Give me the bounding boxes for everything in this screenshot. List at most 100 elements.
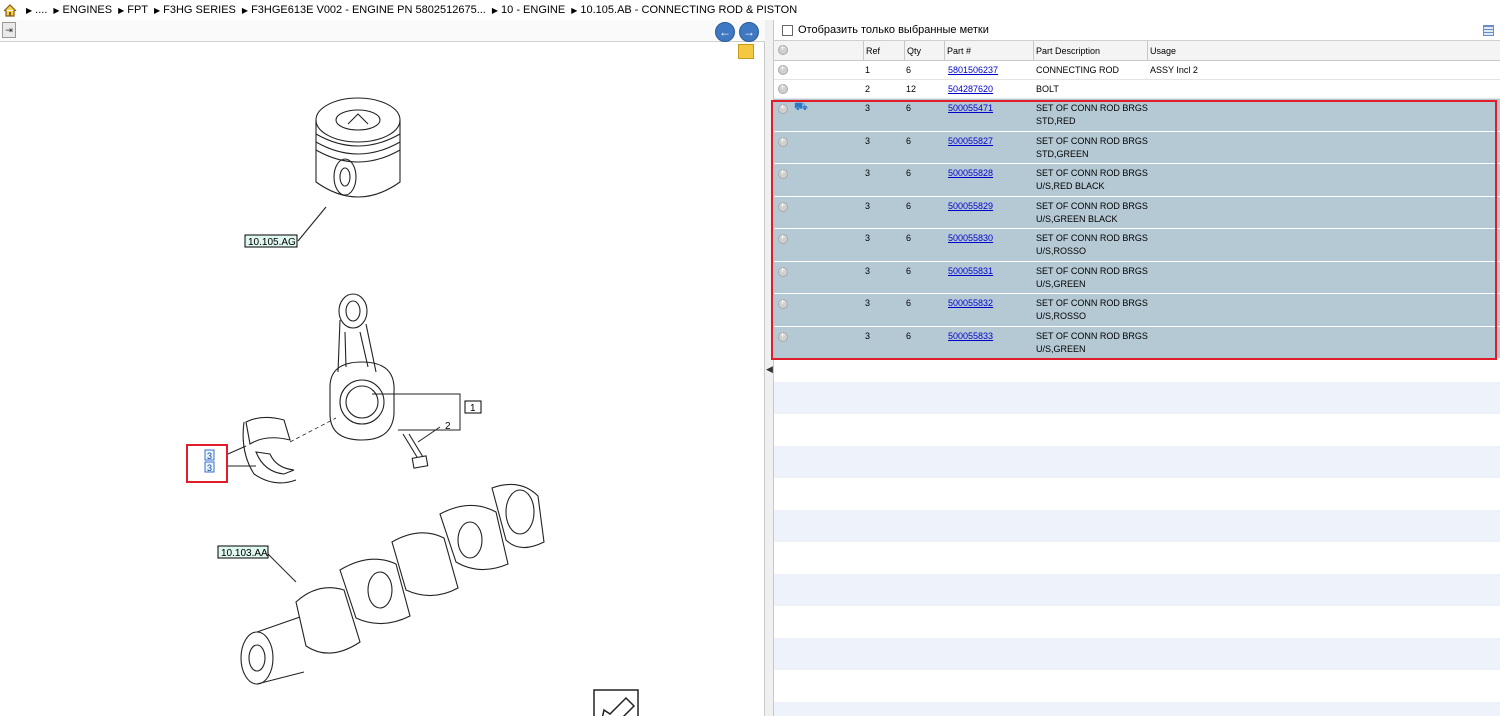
collapse-arrow-icon[interactable]: ◀ — [766, 364, 773, 375]
cell-description: SET OF CONN ROD BRGS — [1036, 265, 1148, 276]
exit-diagram-icon[interactable] — [593, 689, 639, 716]
cell-ref: 1 — [865, 65, 871, 75]
header-qty[interactable]: Qty — [904, 41, 944, 61]
callout-bearing-highlight[interactable]: 3 3 — [186, 444, 228, 483]
breadcrumb-item[interactable]: ▶ F3HGE613E V002 - ENGINE PN 5802512675..… — [242, 4, 486, 16]
cell-ref: 3 — [865, 298, 871, 308]
table-row[interactable]: 3 6 500055830 SET OF CONN ROD BRGS U/S,R… — [774, 229, 1500, 262]
breadcrumb-label: .... — [35, 4, 48, 16]
parts-list-pane: Отобразить только выбранные метки Ref Qt… — [774, 20, 1500, 716]
cell-ref: 3 — [865, 233, 871, 243]
add-row-icon[interactable] — [778, 135, 788, 147]
table-row[interactable]: 3 6 500055832 SET OF CONN ROD BRGS U/S,R… — [774, 294, 1500, 327]
header-ref[interactable]: Ref — [863, 41, 904, 61]
add-row-icon[interactable] — [778, 43, 788, 55]
breadcrumb-item[interactable]: ▶ 10 - ENGINE — [492, 4, 565, 16]
cell-description: SET OF CONN ROD BRGS — [1036, 298, 1148, 308]
callout-piston[interactable]: 10.105.AG — [244, 234, 298, 248]
breadcrumb-item[interactable]: ▶.... — [26, 4, 47, 16]
parts-toolbar: Отобразить только выбранные метки — [774, 20, 1500, 41]
cell-description-detail: U/S,ROSSO — [1036, 311, 1087, 321]
part-link[interactable]: 500055831 — [948, 265, 993, 278]
diagram-pane: ⇥ ← → 10.105.AG 10.103.AA 1 2 3 3 — [0, 20, 765, 716]
callout-label: 10.105.AG — [248, 237, 296, 248]
table-empty-area — [774, 382, 1500, 716]
cell-description: SET OF CONN ROD BRGS — [1036, 200, 1148, 211]
table-row[interactable]: 3 6 500055827 SET OF CONN ROD BRGS STD,G… — [774, 131, 1500, 164]
callout-crankshaft[interactable]: 10.103.AA — [217, 545, 269, 559]
cell-description: BOLT — [1036, 84, 1059, 94]
cart-icon[interactable]: ⛟ — [794, 101, 808, 114]
part-link[interactable]: 500055832 — [948, 297, 993, 310]
callout-rod[interactable]: 1 — [464, 400, 482, 414]
cell-qty: 6 — [906, 233, 912, 243]
part-link[interactable]: 500055828 — [948, 167, 993, 180]
add-row-icon[interactable] — [778, 330, 788, 342]
breadcrumb-label: FPT — [127, 4, 148, 16]
header-part[interactable]: Part # — [944, 41, 1033, 61]
table-row[interactable]: 3 6 500055833 SET OF CONN ROD BRGS U/S,G… — [774, 326, 1500, 359]
cell-ref: 3 — [865, 168, 871, 178]
cell-qty: 6 — [906, 200, 912, 211]
cell-description: SET OF CONN ROD BRGS — [1036, 330, 1148, 341]
cell-description: SET OF CONN ROD BRGS — [1036, 103, 1148, 113]
breadcrumb-item[interactable]: ▶ F3HG SERIES — [154, 4, 236, 16]
cell-ref: 3 — [865, 200, 871, 211]
part-link[interactable]: 500055829 — [948, 200, 993, 213]
grid-view-icon[interactable] — [1483, 25, 1494, 36]
part-link[interactable]: 500055830 — [948, 232, 993, 245]
part-link[interactable]: 500055471 — [948, 102, 993, 115]
filter-checkbox[interactable] — [782, 24, 793, 36]
breadcrumb-item[interactable]: ▶ FPT — [118, 4, 148, 16]
bolt-drawing[interactable] — [402, 433, 429, 469]
header-usage[interactable]: Usage — [1147, 41, 1500, 61]
exit-icon[interactable]: ⇥ — [2, 22, 16, 38]
connecting-rod-drawing[interactable] — [329, 293, 395, 441]
add-row-icon[interactable] — [778, 265, 788, 277]
header-description[interactable]: Part Description — [1033, 41, 1147, 61]
add-row-icon[interactable] — [778, 102, 788, 114]
cell-qty: 6 — [906, 265, 912, 276]
callout-label: 2 — [445, 421, 451, 432]
cell-description-detail: U/S,ROSSO — [1036, 246, 1087, 256]
piston-drawing[interactable] — [315, 97, 401, 198]
table-header: Ref Qty Part # Part Description Usage — [774, 41, 1500, 61]
cell-qty: 6 — [906, 65, 912, 75]
add-row-icon[interactable] — [778, 167, 788, 179]
home-icon[interactable] — [0, 0, 20, 20]
cell-qty: 6 — [906, 103, 912, 113]
callout-label: 1 — [470, 403, 476, 414]
cell-ref: 3 — [865, 135, 871, 146]
table-row[interactable]: ⛟ 3 6 500055471 SET OF CONN ROD BRGS STD… — [774, 99, 1500, 132]
forward-arrow-icon[interactable]: → — [739, 22, 759, 42]
add-row-icon[interactable] — [778, 232, 788, 244]
diagram-toolbar: ⇥ ← → — [0, 20, 765, 42]
table-row[interactable]: 1 6 5801506237 CONNECTING ROD ASSY Incl … — [774, 61, 1500, 80]
add-row-icon[interactable] — [778, 297, 788, 309]
part-link[interactable]: 500055833 — [948, 330, 993, 343]
cell-ref: 3 — [865, 265, 871, 276]
add-row-icon[interactable] — [778, 63, 788, 75]
table-row[interactable]: 2 12 504287620 BOLT — [774, 80, 1500, 99]
part-link[interactable]: 5801506237 — [948, 64, 998, 77]
cell-qty: 6 — [906, 330, 912, 341]
breadcrumb-item[interactable]: ▶ ENGINES — [53, 4, 112, 16]
part-link[interactable]: 500055827 — [948, 135, 993, 148]
bearing-shell-drawing[interactable] — [242, 416, 297, 484]
parts-diagram: 10.105.AG 10.103.AA 1 2 3 3 — [186, 97, 639, 716]
crankshaft-drawing[interactable] — [240, 483, 545, 685]
add-row-icon[interactable] — [778, 200, 788, 212]
table-row[interactable]: 3 6 500055828 SET OF CONN ROD BRGS U/S,R… — [774, 164, 1500, 197]
breadcrumb-label: ENGINES — [62, 4, 113, 16]
cell-description: SET OF CONN ROD BRGS — [1036, 135, 1148, 146]
callout-label: 3 — [207, 463, 212, 473]
add-row-icon[interactable] — [778, 82, 788, 94]
pane-splitter[interactable]: ◀ — [765, 20, 774, 716]
table-row[interactable]: 3 6 500055831 SET OF CONN ROD BRGS U/S,G… — [774, 261, 1500, 294]
callout-bolt[interactable]: 2 — [445, 421, 451, 432]
breadcrumb-item[interactable]: ▶ 10.105.AB - CONNECTING ROD & PISTON — [571, 4, 797, 16]
cell-description: CONNECTING ROD — [1036, 65, 1119, 75]
part-link[interactable]: 504287620 — [948, 83, 993, 96]
back-arrow-icon[interactable]: ← — [715, 22, 735, 42]
table-row[interactable]: 3 6 500055829 SET OF CONN ROD BRGS U/S,G… — [774, 196, 1500, 229]
